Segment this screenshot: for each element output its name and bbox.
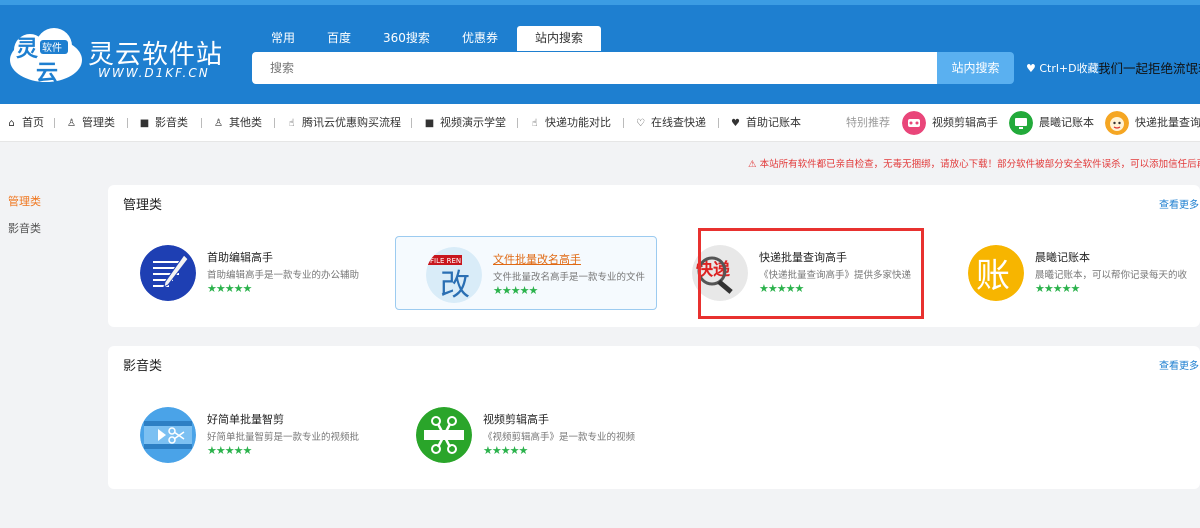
site-logo[interactable]: 灵 软件 云 灵云软件站 WWW.D1KF.CN <box>6 26 236 90</box>
logo-subtitle: WWW.D1KF.CN <box>98 66 210 80</box>
nav-item-account-book[interactable]: ♥ 首助记账本 <box>730 104 801 142</box>
mascot-icon <box>1105 111 1129 135</box>
header-top-line <box>0 0 1200 5</box>
nav-divider <box>718 118 719 128</box>
search-input[interactable] <box>252 52 938 84</box>
search-tab-coupon[interactable]: 优惠券 <box>449 26 511 51</box>
app-name: 首助编辑高手 <box>207 251 273 264</box>
search-tab-common[interactable]: 常用 <box>258 26 308 51</box>
app-name: 好简单批量智剪 <box>207 413 284 426</box>
thumb-icon: ☝ <box>531 118 538 129</box>
section-title: 管理类 <box>123 198 163 213</box>
app-description: 文件批量改名高手是一款专业的文件 <box>493 272 646 283</box>
app-card[interactable]: 好简单批量智剪 好简单批量智剪是一款专业的视频批 ★★★★★ <box>110 397 372 471</box>
user-icon: ♙ <box>214 118 223 129</box>
rating-stars: ★★★★★ <box>483 444 528 457</box>
home-icon: ⌂ <box>8 118 15 129</box>
search-tab-baidu[interactable]: 百度 <box>314 26 364 51</box>
video-editor-scissors-icon <box>416 407 472 463</box>
user-icon: ♙ <box>67 118 76 129</box>
logo-badge-bottom: 云 <box>36 61 58 86</box>
app-description: 首助编辑高手是一款专业的办公辅助 <box>207 270 360 281</box>
nav-divider <box>517 118 518 128</box>
nav-divider <box>201 118 202 128</box>
warning-icon: ⚠ <box>748 159 757 170</box>
section-media: 影音类 查看更多 好简单批量智剪 好简单批量智剪是一款专业的视频批 ★★★★★ … <box>108 346 1200 489</box>
header-slogan: 我们一起拒绝流氓软 <box>1098 61 1200 76</box>
video-editor-icon <box>902 111 926 135</box>
section-title: 影音类 <box>123 359 163 374</box>
nav-divider <box>623 118 624 128</box>
video-cut-icon <box>140 407 196 463</box>
logo-badge-top: 灵 <box>16 37 38 62</box>
app-card[interactable]: 首助编辑高手 首助编辑高手是一款专业的办公辅助 ★★★★★ <box>110 235 372 309</box>
recommend-video-editor[interactable]: 视频剪辑高手 <box>902 104 1002 142</box>
video-icon: ■ <box>139 118 150 129</box>
bookmark-link[interactable]: ♥ Ctrl+D收藏 <box>1026 60 1099 76</box>
search-button[interactable]: 站内搜索 <box>937 52 1014 84</box>
app-card[interactable]: 账 晨曦记账本 晨曦记账本，可以帮你记录每天的收 ★★★★★ <box>938 235 1200 309</box>
search-tab-site[interactable]: 站内搜索 <box>516 26 601 51</box>
app-name: 晨曦记账本 <box>1035 251 1090 264</box>
video-icon: ■ <box>424 118 435 129</box>
monitor-icon <box>1009 111 1033 135</box>
highlight-box <box>698 228 924 319</box>
rating-stars: ★★★★★ <box>493 284 538 297</box>
search-box <box>252 52 938 84</box>
nav-item-express-compare[interactable]: ☝ 快递功能对比 <box>529 104 611 142</box>
search-engine-tabs: 常用 百度 360搜索 优惠券 站内搜索 <box>258 26 607 51</box>
app-card[interactable]: 视频剪辑高手 《视频剪辑高手》是一款专业的视频 ★★★★★ <box>386 397 648 471</box>
nav-divider <box>127 118 128 128</box>
search-tab-360[interactable]: 360搜索 <box>370 26 443 51</box>
app-card-highlighted[interactable]: FILE REN 改 文件批量改名高手 文件批量改名高手是一款专业的文件 ★★★… <box>395 236 657 310</box>
heart-outline-icon: ♡ <box>636 118 645 129</box>
app-name: 视频剪辑高手 <box>483 413 549 426</box>
heart-icon: ♥ <box>731 118 740 129</box>
sidebar-item-manage[interactable]: 管理类 <box>8 194 41 221</box>
edit-document-icon <box>140 245 196 301</box>
nav-item-tencent-cloud[interactable]: ☝ 腾讯云优惠购买流程 <box>286 104 401 142</box>
app-description: 好简单批量智剪是一款专业的视频批 <box>207 432 360 443</box>
nav-item-other[interactable]: ♙ 其他类 <box>213 104 262 142</box>
section-manage: 管理类 查看更多 首助编辑高手 首助编辑高手是一款专业的办公辅助 ★★★★★ F… <box>108 185 1200 327</box>
account-book-icon: 账 <box>968 245 1024 301</box>
site-header: 灵 软件 云 灵云软件站 WWW.D1KF.CN 常用 百度 360搜索 优惠券… <box>0 0 1200 104</box>
file-rename-icon: FILE REN 改 <box>426 247 482 303</box>
rating-stars: ★★★★★ <box>207 282 252 295</box>
nav-item-video-school[interactable]: ■ 视频演示学堂 <box>424 104 506 142</box>
recommend-label: 特别推荐 <box>846 116 890 129</box>
rating-stars: ★★★★★ <box>207 444 252 457</box>
nav-divider <box>54 118 55 128</box>
nav-item-media[interactable]: ■ 影音类 <box>139 104 188 142</box>
logo-badge-mid: 软件 <box>42 41 62 54</box>
recommend-express-query[interactable]: 快递批量查询 <box>1105 104 1200 142</box>
app-description: 晨曦记账本，可以帮你记录每天的收 <box>1035 270 1188 281</box>
nav-item-online-express[interactable]: ♡ 在线查快递 <box>635 104 706 142</box>
nav-divider <box>274 118 275 128</box>
cloud-logo-icon: 灵 软件 云 <box>10 28 82 86</box>
icon-char: 改 <box>440 268 470 303</box>
nav-divider <box>411 118 412 128</box>
app-name: 文件批量改名高手 <box>493 253 581 266</box>
icon-char: 账 <box>976 256 1010 296</box>
main-nav: ⌂ 首页 ♙ 管理类 ■ 影音类 ♙ 其他类 ☝ 腾讯云优惠购买流程 ■ 视频演示学堂 ☝ 快… <box>0 104 1200 142</box>
rating-stars: ★★★★★ <box>1035 282 1080 295</box>
site-notice: ⚠ 本站所有软件都已亲自检查，无毒无捆绑，请放心下载！部分软件被部分安全软件误杀… <box>748 159 1200 170</box>
nav-item-home[interactable]: ⌂ 首页 <box>6 104 44 142</box>
icon-caption: FILE REN <box>430 257 461 265</box>
sidebar-item-media[interactable]: 影音类 <box>8 221 41 248</box>
thumb-icon: ☝ <box>288 118 295 129</box>
view-more-link[interactable]: 查看更多 <box>1159 196 1199 211</box>
category-sidebar: 管理类 影音类 <box>8 194 41 248</box>
recommend-account-book[interactable]: 晨曦记账本 <box>1009 104 1105 142</box>
view-more-link[interactable]: 查看更多 <box>1159 357 1199 372</box>
app-description: 《视频剪辑高手》是一款专业的视频 <box>483 432 636 443</box>
nav-item-manage[interactable]: ♙ 管理类 <box>66 104 115 142</box>
